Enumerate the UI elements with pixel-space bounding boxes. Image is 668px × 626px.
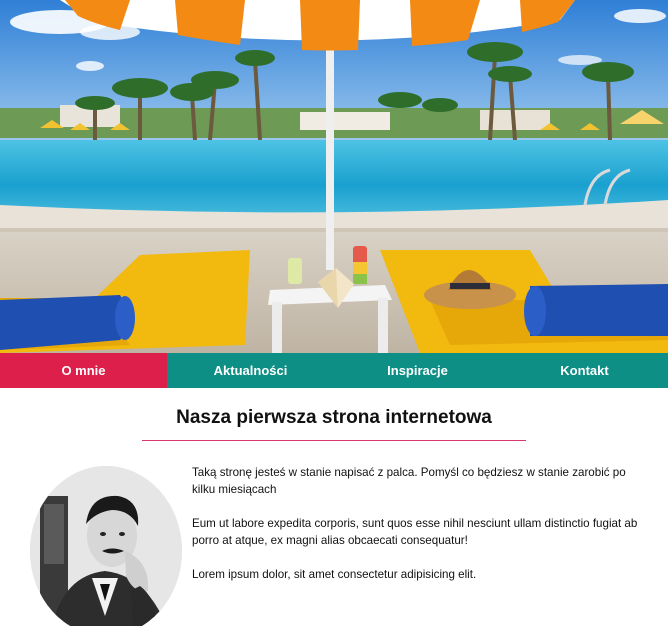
nav-item-inspiracje[interactable]: Inspiracje: [334, 353, 501, 388]
page-title: Nasza pierwsza strona internetowa: [176, 407, 492, 428]
portrait-image: [30, 466, 182, 626]
paragraph: Lorem ipsum dolor, sit amet consectetur …: [192, 568, 477, 581]
paragraph: Eum ut labore expedita corporis, sunt qu…: [192, 517, 638, 547]
page: O mnie Aktualności Inspiracje Kontakt Na…: [0, 0, 668, 626]
title-divider: [142, 440, 526, 441]
hero-image: [0, 0, 668, 353]
paragraph: Taką stronę jesteś w stanie napisać z pa…: [192, 466, 626, 496]
nav-item-o-mnie[interactable]: O mnie: [0, 353, 167, 388]
nav-item-kontakt[interactable]: Kontakt: [501, 353, 668, 388]
main-navigation: O mnie Aktualności Inspiracje Kontakt: [0, 353, 668, 388]
intro-text: Taką stronę jesteś w stanie napisać z pa…: [192, 464, 650, 600]
nav-item-aktualnosci[interactable]: Aktualności: [167, 353, 334, 388]
